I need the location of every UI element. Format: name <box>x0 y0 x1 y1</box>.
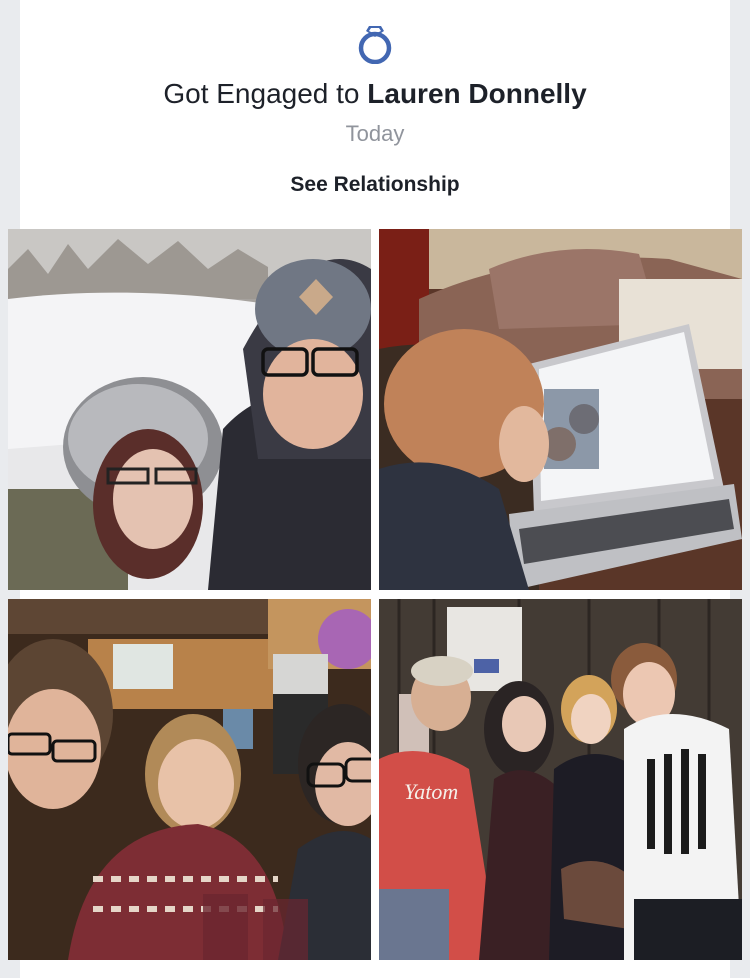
photo-bar-group[interactable]: Yatom <box>379 599 742 960</box>
headline-text: Got Engaged to <box>163 78 368 109</box>
svg-text:Yatom: Yatom <box>404 779 458 804</box>
post-date: Today <box>345 121 405 146</box>
ring-icon <box>358 26 392 64</box>
engagement-headline: Got Engaged to Lauren Donnelly <box>20 78 730 110</box>
photo-selfie-snow[interactable] <box>8 229 371 590</box>
partner-name-link[interactable]: Lauren Donnelly <box>367 78 586 109</box>
see-relationship-link[interactable]: See Relationship <box>20 173 730 197</box>
photo-pub-group[interactable] <box>8 599 371 960</box>
photo-child-laptop[interactable] <box>379 229 742 590</box>
